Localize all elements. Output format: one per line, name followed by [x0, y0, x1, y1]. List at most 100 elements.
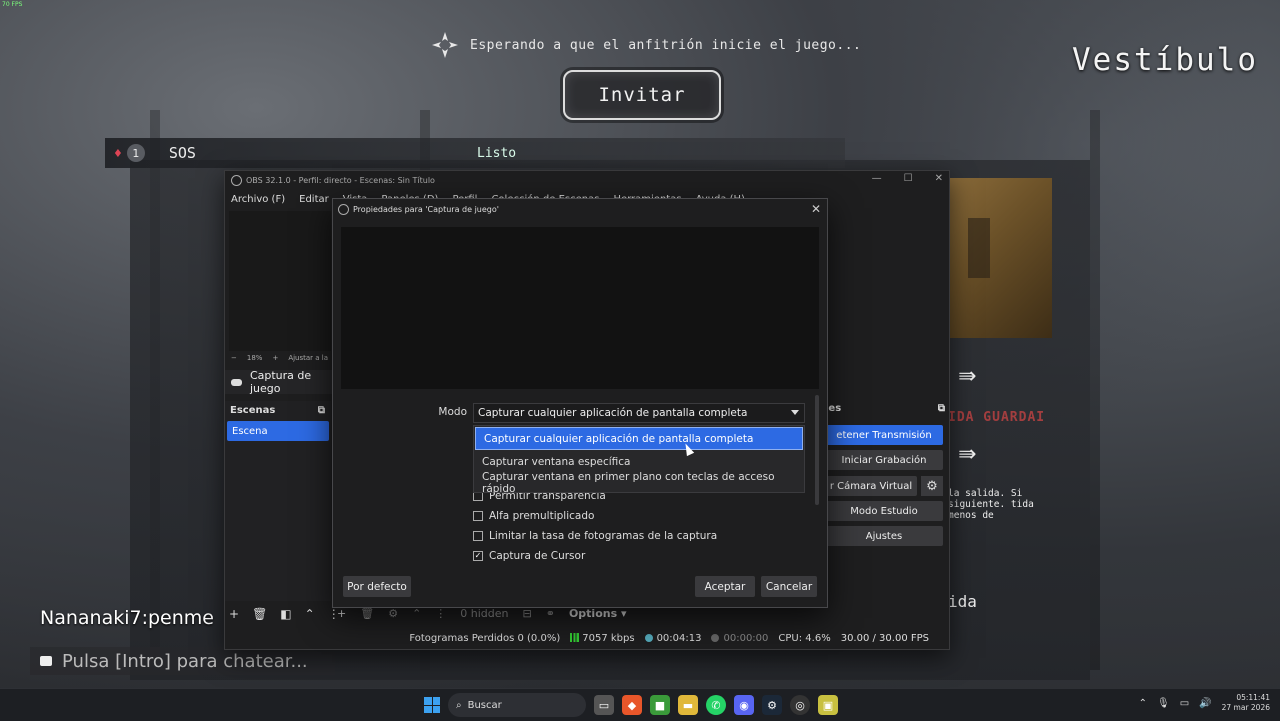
lobby-status-text: Esperando a que el anfitrión inicie el j…: [470, 37, 862, 53]
capture-cursor-checkbox[interactable]: ✓ Captura de Cursor: [473, 550, 585, 562]
limit-framerate-checkbox[interactable]: Limitar la tasa de fotogramas de la capt…: [473, 530, 717, 542]
obs-window-title: OBS 32.1.0 - Perfil: directo - Escenas: …: [246, 175, 435, 185]
layout-icon[interactable]: ⊟: [523, 607, 532, 620]
filter-icon[interactable]: ◧: [280, 607, 291, 621]
network-icon[interactable]: ▭: [1180, 698, 1189, 709]
checkbox-box[interactable]: [473, 511, 483, 521]
add-icon[interactable]: +: [229, 607, 239, 621]
gear-icon[interactable]: ⚙: [921, 476, 943, 496]
mode-selected-value: Capturar cualquier aplicación de pantall…: [478, 407, 748, 419]
scenes-panel: Escenas ⧉ Escena: [225, 401, 331, 601]
chat-input[interactable]: Pulsa [Intro] para chatear...: [30, 647, 335, 675]
settings-button[interactable]: Ajustes: [825, 526, 943, 546]
game-preview-image: [948, 178, 1052, 338]
obs-status-bar: Fotogramas Perdidos 0 (0.0%) 7057 kbps 0…: [225, 628, 949, 648]
chevron-up-icon[interactable]: ⌃: [305, 607, 315, 621]
close-icon[interactable]: ✕: [935, 173, 943, 184]
stop-stream-button[interactable]: etener Transmisión: [825, 425, 943, 445]
exit-text: ida: [948, 592, 977, 611]
whatsapp-icon[interactable]: ✆: [706, 695, 726, 715]
undock-icon[interactable]: ⧉: [318, 405, 325, 416]
options-button[interactable]: Options ▾: [569, 607, 627, 620]
folder-icon[interactable]: ▬: [678, 695, 698, 715]
dialog-scrollbar[interactable]: [815, 395, 819, 505]
windows-start-icon[interactable]: [424, 697, 440, 713]
obs-logo-icon: [338, 203, 349, 215]
volume-icon[interactable]: 🔊: [1199, 698, 1211, 709]
chevron-up-icon[interactable]: ⌃: [1139, 698, 1147, 709]
zoom-in-button[interactable]: +: [272, 354, 278, 362]
undock-icon[interactable]: ⧉: [938, 403, 945, 414]
remove-source-icon[interactable]: 🗑: [360, 607, 374, 620]
dropdown-option[interactable]: Capturar ventana en primer plano con tec…: [474, 471, 804, 495]
options-label: Options: [568, 607, 618, 620]
task-view-icon[interactable]: ▭: [594, 695, 614, 715]
fps-status: 30.00 / 30.00 FPS: [840, 632, 929, 644]
trash-icon[interactable]: 🗑: [252, 607, 267, 621]
mode-dropdown-list: Capturar cualquier aplicación de pantall…: [473, 425, 805, 495]
add-source-icon[interactable]: +: [337, 607, 346, 620]
discord-icon[interactable]: ◉: [734, 695, 754, 715]
dropdown-option[interactable]: Capturar cualquier aplicación de pantall…: [475, 427, 803, 450]
gamepad-icon: [231, 378, 242, 386]
scene-item[interactable]: Escena: [227, 421, 329, 441]
steam-icon[interactable]: ⚙: [762, 695, 782, 715]
arrow-right-icon[interactable]: ⇛: [958, 364, 976, 389]
bitrate-value: 7057 kbps: [582, 632, 635, 644]
arrow-right-icon[interactable]: ⇛: [958, 442, 976, 467]
maximize-icon[interactable]: ☐: [904, 173, 913, 184]
more-icon[interactable]: ⋮: [435, 607, 446, 620]
obs-icon[interactable]: ◎: [790, 695, 810, 715]
invite-button[interactable]: Invitar: [563, 70, 721, 120]
brave-icon[interactable]: ◆: [622, 695, 642, 715]
gear-icon[interactable]: ⚙: [388, 607, 398, 620]
dropdown-option[interactable]: Capturar ventana específica: [474, 451, 804, 472]
menu-archivo[interactable]: Archivo (F): [231, 194, 285, 205]
game-app-icon[interactable]: ▣: [818, 695, 838, 715]
minecraft-icon[interactable]: ■: [650, 695, 670, 715]
defaults-button[interactable]: Por defecto: [343, 576, 411, 597]
cancel-button[interactable]: Cancelar: [761, 576, 817, 597]
virtual-camera-button[interactable]: r Cámara Virtual: [825, 476, 917, 496]
source-toolbar: Captura de juego: [225, 369, 337, 395]
chat-bubble-icon: [40, 656, 52, 666]
clock-date: 27 mar 2026: [1221, 703, 1270, 712]
checkbox-label: Limitar la tasa de fotogramas de la capt…: [489, 530, 718, 542]
zoom-controls: − 18% + Ajustar a la: [231, 354, 328, 362]
mode-select[interactable]: Capturar cualquier aplicación de pantall…: [473, 403, 805, 423]
chevron-up-icon[interactable]: ⌃: [412, 607, 421, 620]
scenes-header: Escenas ⧉: [225, 401, 331, 419]
fit-button[interactable]: Ajustar a la: [288, 354, 328, 362]
microphone-icon[interactable]: 🎙: [1157, 698, 1170, 709]
taskbar-search[interactable]: ⌕ Buscar: [448, 693, 586, 717]
zoom-out-button[interactable]: −: [231, 354, 237, 362]
system-tray: ⌃ 🎙 ▭ 🔊 05:11:41 27 mar 2026: [1139, 693, 1270, 713]
record-icon: [711, 633, 720, 642]
link-icon[interactable]: ⚭: [546, 607, 555, 620]
hidden-count: 0 hidden: [460, 607, 509, 620]
properties-dialog: Propiedades para 'Captura de juego' ✕ Mo…: [332, 198, 828, 608]
save-banner-text: IDA GUARDAI: [948, 410, 1046, 425]
lobby-title: Vestíbulo: [1072, 42, 1258, 78]
dropped-frames: Fotogramas Perdidos 0 (0.0%): [409, 632, 561, 644]
menu-editar[interactable]: Editar: [299, 194, 329, 205]
premultiplied-alpha-checkbox[interactable]: Alfa premultiplicado: [473, 510, 594, 522]
checkbox-label: Captura de Cursor: [489, 550, 586, 562]
close-icon[interactable]: ✕: [811, 202, 821, 216]
minimize-icon[interactable]: —: [872, 173, 882, 184]
source-name: Captura de juego: [249, 369, 312, 395]
team-name: SOS: [168, 144, 196, 162]
studio-mode-button[interactable]: Modo Estudio: [825, 501, 943, 521]
team-row: ♦ 1 SOS Listo: [105, 138, 845, 168]
stream-icon: [644, 633, 653, 642]
start-recording-button[interactable]: Iniciar Grabación: [825, 450, 943, 470]
obs-preview-canvas[interactable]: [229, 211, 331, 351]
taskbar-clock[interactable]: 05:11:41 27 mar 2026: [1222, 693, 1270, 713]
checkbox-box[interactable]: [473, 531, 483, 541]
checkbox-checked[interactable]: ✓: [473, 551, 483, 561]
ok-button[interactable]: Aceptar: [695, 576, 755, 597]
obs-title-bar: OBS 32.1.0 - Perfil: directo - Escenas: …: [225, 171, 949, 189]
capture-preview: [341, 227, 819, 389]
lobby-status-row: Esperando a que el anfitrión inicie el j…: [430, 30, 861, 60]
signal-icon: [570, 633, 580, 642]
